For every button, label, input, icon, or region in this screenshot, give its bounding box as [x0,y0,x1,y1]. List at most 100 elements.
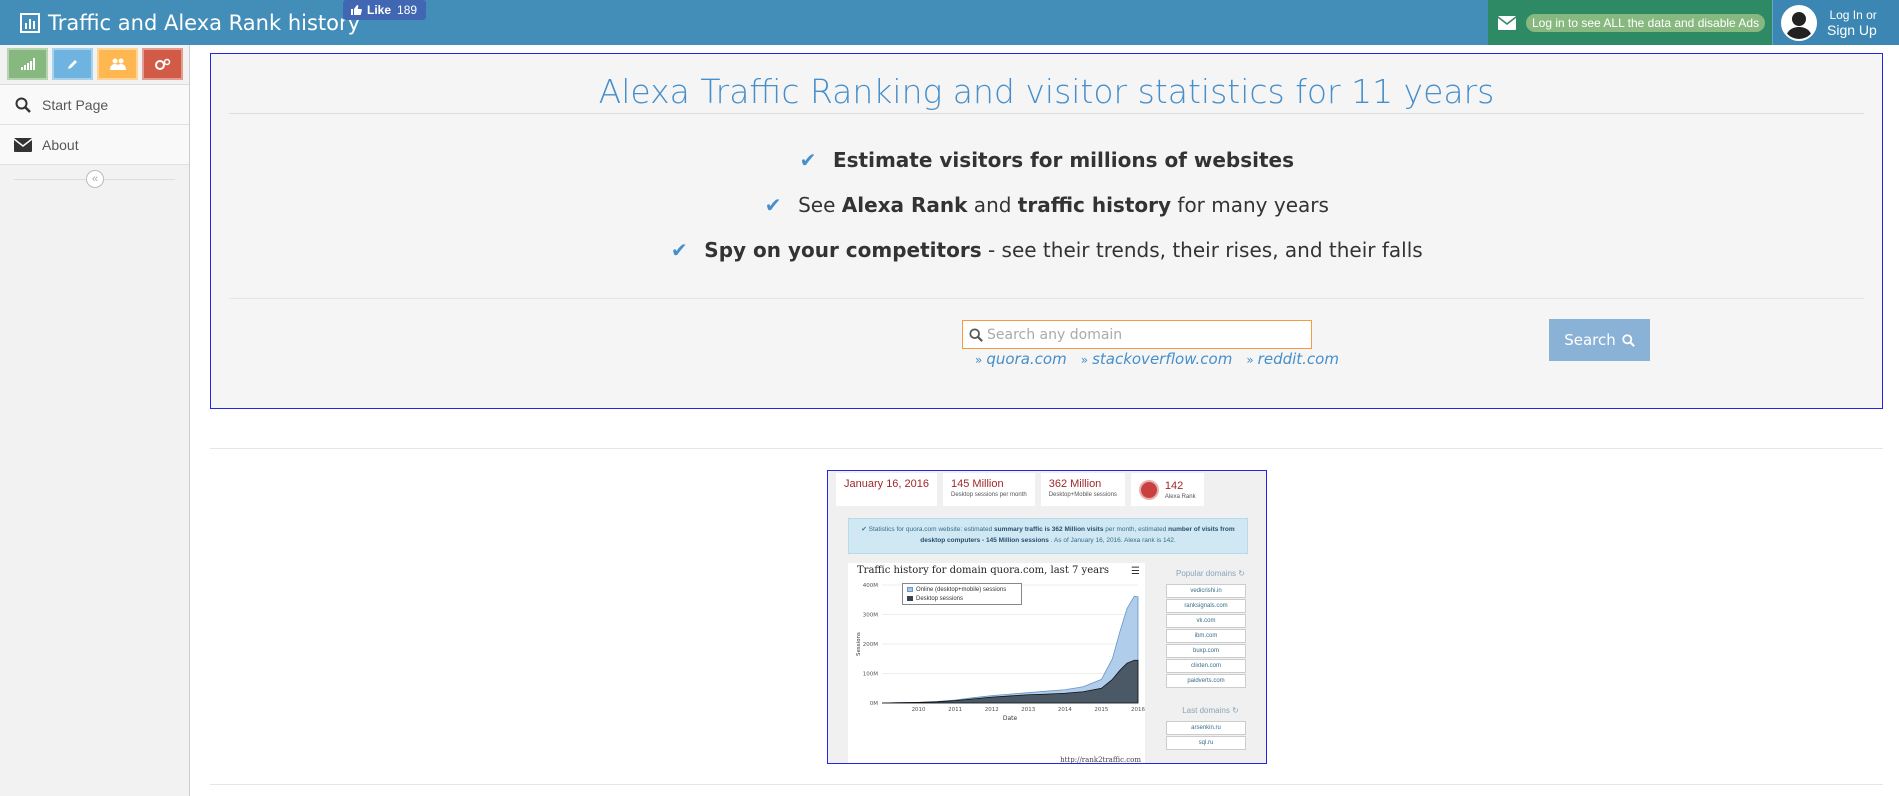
feature-text: - see their trends, their rises, and the… [981,238,1423,262]
sidebar-collapse-row: « [0,165,189,193]
signup-link[interactable]: Sign Up [1827,22,1877,38]
hero-panel: Alexa Traffic Ranking and visitor statis… [210,53,1883,409]
user-menu[interactable]: Log In or Sign Up [1772,0,1899,45]
domain-link[interactable]: ibm.com [1166,629,1246,643]
info-text: Statistics for quora.com website: estima… [868,526,994,533]
chart-legend: Online (desktop+mobile) sessions Desktop… [902,583,1022,605]
check-icon: ✔ [799,148,817,172]
y-tick-label: 200M [863,642,878,648]
stat-label: Desktop+Mobile sessions [1048,492,1117,498]
search-icon [1622,333,1635,347]
search-icon [14,96,32,114]
example-report-preview: January 16, 2016 145 Million Desktop ses… [827,470,1267,764]
example-link[interactable]: » quora.com [975,350,1067,368]
domain-link[interactable]: arsenkin.ru [1166,721,1246,735]
domain-link[interactable]: clixten.com [1166,659,1246,673]
hamburger-icon: ☰ [1131,566,1140,577]
page-title: Alexa Traffic Ranking and visitor statis… [598,72,1495,111]
chart-credit: http://rank2traffic.com [1060,756,1141,764]
traffic-chart: 0M 100M 200M 300M 400M 2010 2011 2012 2013 2014 20… [848,563,1145,764]
domains-panel: Popular domains ↻ vedicrishi.in ranksigna… [1158,563,1263,763]
refresh-icon: ↻ [1238,569,1245,578]
info-bold: summary traffic is 362 Million visits [994,526,1104,533]
stat-total-sessions: 362 Million Desktop+Mobile sessions [1040,473,1125,506]
last-domains-heading: Last domains ↻ [1158,706,1263,715]
domain-link[interactable]: paidverts.com [1166,674,1246,688]
domain-link[interactable]: buxp.com [1166,644,1246,658]
stat-value: January 16, 2016 [844,478,930,490]
x-tick-label: 2010 [912,707,926,713]
search-button[interactable]: Search [1549,319,1650,361]
thumbs-up-icon [351,5,362,15]
sidebar: Start Page About « [0,45,190,796]
domain-link[interactable]: sql.ru [1166,736,1246,750]
stat-desktop-sessions: 145 Million Desktop sessions per month [943,473,1035,506]
check-icon: ✔ [861,526,869,533]
x-axis-label: Date [1003,715,1018,722]
legend-swatch [907,586,913,592]
feature-bold: traffic history [1017,193,1172,217]
stats-row: January 16, 2016 145 Million Desktop ses… [836,473,1210,506]
double-chevron-right-icon: » [1246,353,1254,367]
example-link[interactable]: » stackoverflow.com [1081,350,1233,368]
legend-label: Online (desktop+mobile) sessions [916,587,1007,593]
domain-link[interactable]: ranksignals.com [1166,599,1246,613]
popular-domains-list: vedicrishi.in ranksignals.com vk.com ibm.co… [1166,584,1246,688]
popular-domains-heading: Popular domains ↻ [1158,569,1263,578]
bar-chart-icon [20,12,40,33]
feature-item: ✔ Spy on your competitors - see their tre… [211,238,1882,262]
heading-label: Popular domains [1176,569,1237,578]
search-button-label: Search [1564,331,1616,349]
feature-text: See [798,193,842,217]
pencil-icon [67,60,77,69]
divider [210,784,1883,785]
example-link[interactable]: » reddit.com [1246,350,1339,368]
rank-chart-icon [1138,479,1159,500]
series-area [881,595,1139,704]
shortcut-pencil-button[interactable] [52,48,93,80]
top-navbar: Traffic and Alexa Rank history Like 189 … [0,0,1899,45]
domain-link[interactable]: vedicrishi.in [1166,584,1246,598]
sidebar-item-start-page[interactable]: Start Page [0,85,189,125]
last-domains-list: arsenkin.ru sql.ru [1166,721,1246,750]
y-tick-label: 100M [863,672,878,678]
legend-item: Desktop sessions [907,595,1017,604]
sidebar-item-about[interactable]: About [0,125,189,165]
login-signup-links[interactable]: Log In or Sign Up [1827,8,1877,38]
brand-link[interactable]: Traffic and Alexa Rank history [20,0,360,45]
stat-value: 145 Million [951,478,1004,490]
avatar [1781,4,1817,41]
y-tick-label: 300M [863,613,878,619]
domain-search-box[interactable] [962,320,1312,349]
x-tick-label: 2014 [1058,707,1072,713]
login-notice-area[interactable]: Log in to see ALL the data and disable A… [1488,0,1772,45]
envelope-icon [1498,15,1516,30]
x-tick-label: 2013 [1021,707,1035,713]
y-axis-label: Sessions [856,632,862,656]
facebook-like-label: Like [367,3,392,17]
cogs-icon [154,58,170,70]
x-tick-label: 2012 [985,707,999,713]
y-tick-label: 0M [870,701,878,707]
facebook-like-button[interactable]: Like 189 [343,0,427,20]
stat-value: 362 Million [1048,478,1102,490]
login-notice-badge[interactable]: Log in to see ALL the data and disable A… [1526,13,1766,32]
shortcut-signal-button[interactable] [7,48,48,80]
feature-text: and [967,193,1018,217]
feature-bold: Spy on your competitors [704,238,982,262]
example-link-label: reddit.com [1257,350,1339,368]
domain-link[interactable]: vk.com [1166,614,1246,628]
stats-info-alert: ✔ Statistics for quora.com website: esti… [848,518,1248,554]
legend-swatch [907,595,913,601]
sidebar-collapse-button[interactable]: « [86,170,104,188]
shortcut-users-button[interactable] [97,48,138,80]
x-tick-label: 2015 [1094,707,1108,713]
refresh-icon: ↻ [1232,706,1239,715]
chart-title: Traffic history for domain quora.com, la… [857,565,1109,576]
shortcut-cogs-button[interactable] [142,48,183,80]
domain-search-input[interactable] [987,326,1297,343]
feature-item: ✔ Estimate visitors for millions of websi… [211,148,1882,172]
login-link[interactable]: Log In or [1827,8,1876,23]
double-chevron-left-icon: « [91,173,99,185]
user-silhouette-icon [1786,11,1812,39]
